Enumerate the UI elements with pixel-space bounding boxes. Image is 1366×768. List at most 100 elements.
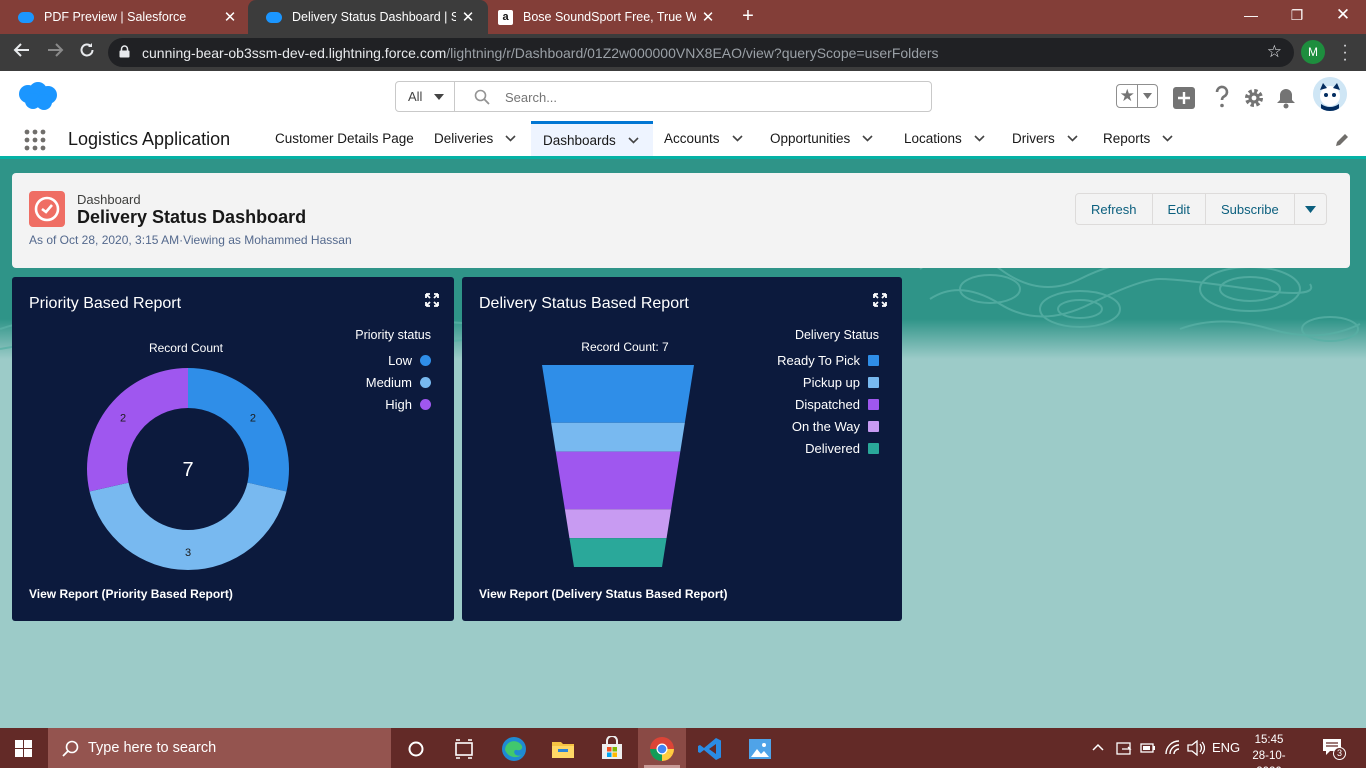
taskbar-search-box[interactable]: Type here to search	[48, 728, 391, 768]
chevron-down-icon[interactable]	[974, 135, 985, 142]
new-tab-button[interactable]: +	[737, 5, 759, 27]
legend-title: Priority status	[355, 328, 431, 342]
nav-item-drivers[interactable]: Drivers	[1012, 121, 1078, 156]
expand-icon[interactable]	[425, 293, 439, 307]
more-actions-button[interactable]	[1295, 194, 1326, 224]
edge-browser-icon[interactable]	[501, 736, 527, 762]
legend-item-high[interactable]: High	[312, 397, 431, 412]
back-button[interactable]	[10, 41, 34, 65]
nav-item-customer-details-page[interactable]: Customer Details Page	[275, 121, 414, 156]
funnel-stage-pickup-up	[551, 422, 685, 452]
network-drive-icon[interactable]	[1116, 740, 1134, 756]
wifi-icon[interactable]	[1164, 740, 1182, 756]
nav-item-deliveries[interactable]: Deliveries	[434, 121, 516, 156]
refresh-button[interactable]: Refresh	[1076, 194, 1153, 224]
address-bar[interactable]: cunning-bear-ob3ssm-dev-ed.lightning.for…	[108, 38, 1294, 67]
funnel-stage-on-the-way	[564, 509, 672, 539]
photos-icon[interactable]	[747, 736, 773, 762]
cortana-icon[interactable]	[403, 736, 429, 762]
legend-swatch	[868, 421, 879, 432]
vscode-icon[interactable]	[697, 736, 723, 762]
chevron-down-icon[interactable]	[1162, 135, 1173, 142]
input-language[interactable]: ENG	[1212, 740, 1240, 755]
forward-button[interactable]	[43, 41, 67, 65]
taskbar-search-placeholder: Type here to search	[88, 740, 217, 756]
subscribe-button[interactable]: Subscribe	[1206, 194, 1295, 224]
chart-title: Record Count: 7	[581, 340, 669, 354]
profile-avatar[interactable]: M	[1301, 40, 1325, 64]
browser-toolbar: cunning-bear-ob3ssm-dev-ed.lightning.for…	[0, 34, 1366, 71]
help-icon[interactable]	[1213, 84, 1231, 110]
close-tab-icon[interactable]: ✕	[696, 8, 720, 26]
battery-icon[interactable]	[1140, 742, 1156, 754]
close-tab-icon[interactable]: ✕	[218, 8, 242, 26]
nav-item-label: Deliveries	[434, 131, 494, 146]
close-tab-icon[interactable]: ✕	[456, 8, 480, 26]
view-report-link[interactable]: View Report (Delivery Status Based Repor…	[479, 587, 728, 601]
chevron-down-icon[interactable]	[1067, 135, 1078, 142]
slice-value-label: 2	[120, 412, 126, 424]
tab-title: Bose SoundSport Free, True Wire	[523, 10, 696, 24]
salesforce-logo[interactable]	[16, 81, 58, 111]
app-name: Logistics Application	[68, 129, 231, 149]
search-input[interactable]	[505, 87, 905, 107]
chevron-down-icon[interactable]	[628, 136, 639, 144]
expand-icon[interactable]	[873, 293, 887, 307]
close-window-button[interactable]: ✕	[1320, 0, 1366, 32]
restore-button[interactable]: ❐	[1274, 0, 1320, 32]
microsoft-store-icon[interactable]	[599, 736, 625, 762]
show-hidden-icons-chevron-icon[interactable]	[1092, 743, 1104, 751]
nav-item-dashboards[interactable]: Dashboards	[531, 121, 653, 156]
chevron-down-icon[interactable]	[505, 135, 516, 142]
legend-item-low[interactable]: Low	[312, 353, 431, 368]
browser-tab-bose[interactable]: a Bose SoundSport Free, True Wire ✕	[488, 0, 728, 34]
legend-item-delivered[interactable]: Delivered	[737, 441, 879, 456]
edit-nav-pencil-icon[interactable]	[1334, 132, 1350, 148]
legend-item-medium[interactable]: Medium	[312, 375, 431, 390]
tab-title: Delivery Status Dashboard | Sales	[292, 10, 456, 24]
nav-item-accounts[interactable]: Accounts	[664, 121, 743, 156]
legend-label: Dispatched	[794, 397, 860, 412]
browser-menu-icon[interactable]: · · ·	[1340, 38, 1350, 68]
donut-slice-low	[188, 368, 289, 492]
browser-tab-delivery-dashboard[interactable]: Delivery Status Dashboard | Sales ✕	[248, 0, 488, 34]
chrome-taskbar-active[interactable]	[638, 728, 686, 768]
legend-item-ready-to-pick[interactable]: Ready To Pick	[737, 353, 879, 368]
dashboard-header: Dashboard Delivery Status Dashboard As o…	[12, 173, 1350, 268]
star-icon: ★	[1117, 85, 1139, 107]
nav-item-opportunities[interactable]: Opportunities	[770, 121, 873, 156]
legend-item-pickup-up[interactable]: Pickup up	[737, 375, 879, 390]
legend-item-dispatched[interactable]: Dispatched	[737, 397, 879, 412]
reload-button[interactable]	[75, 41, 99, 65]
view-report-link[interactable]: View Report (Priority Based Report)	[29, 587, 233, 601]
amazon-icon: a	[498, 9, 513, 25]
minimize-button[interactable]: —	[1228, 0, 1274, 32]
notifications-bell-icon[interactable]	[1276, 85, 1296, 111]
slice-value-label: 2	[250, 412, 256, 424]
edit-button[interactable]: Edit	[1153, 194, 1206, 224]
bookmark-star-icon[interactable]: ☆	[1267, 42, 1282, 62]
legend-label: Medium	[365, 375, 412, 390]
chevron-down-icon[interactable]	[731, 135, 743, 142]
action-center-button[interactable]: 3	[1322, 738, 1346, 760]
browser-tab-pdf-preview[interactable]: PDF Preview | Salesforce ✕	[0, 0, 250, 34]
nav-item-reports[interactable]: Reports	[1103, 121, 1173, 156]
delivery-status-report-card: Delivery Status Based Report Record Coun…	[462, 277, 902, 621]
chevron-down-icon[interactable]	[862, 135, 873, 142]
search-scope-select[interactable]: All	[396, 82, 455, 111]
setup-gear-icon[interactable]	[1243, 85, 1265, 111]
back-arrow-icon	[13, 43, 29, 57]
global-actions-plus-icon[interactable]	[1173, 85, 1195, 111]
volume-icon[interactable]	[1187, 740, 1205, 756]
search-icon	[474, 89, 490, 105]
app-launcher-icon[interactable]	[24, 129, 46, 151]
file-explorer-icon[interactable]	[550, 736, 576, 762]
forward-arrow-icon	[48, 43, 64, 57]
taskbar-clock[interactable]: 15:45 28-10-2020	[1244, 732, 1294, 768]
task-view-icon[interactable]	[451, 736, 477, 762]
legend-item-on-the-way[interactable]: On the Way	[737, 419, 879, 434]
favorites-button[interactable]: ★	[1116, 84, 1158, 108]
windows-start-icon[interactable]	[15, 740, 32, 757]
nav-item-locations[interactable]: Locations	[904, 121, 985, 156]
user-avatar[interactable]	[1313, 77, 1347, 111]
